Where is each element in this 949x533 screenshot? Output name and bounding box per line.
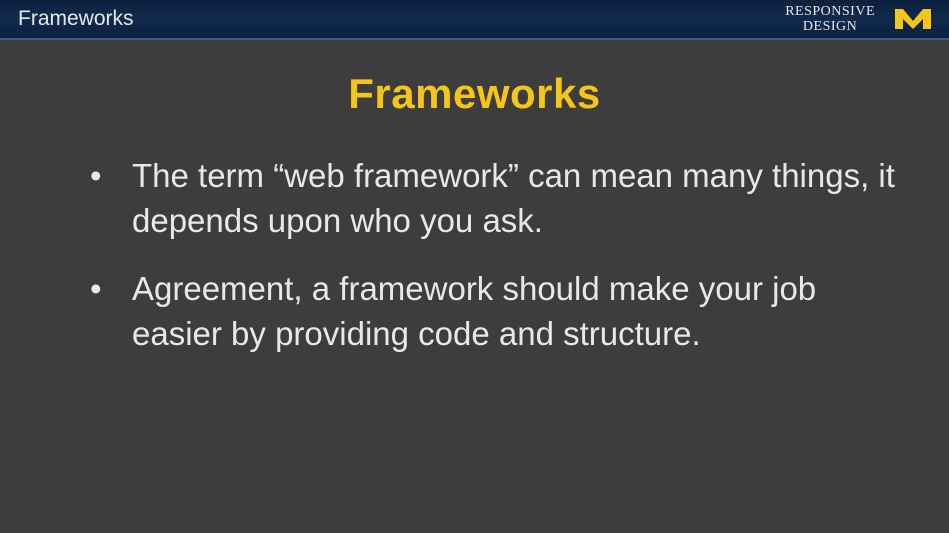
bullet-list: The term “web framework” can mean many t… bbox=[50, 154, 899, 356]
course-name-line1: RESPONSIVE bbox=[785, 4, 875, 19]
slide-header: Frameworks RESPONSIVE DESIGN bbox=[0, 0, 949, 40]
header-right: RESPONSIVE DESIGN bbox=[785, 4, 933, 35]
list-item: The term “web framework” can mean many t… bbox=[90, 154, 899, 243]
slide-content: Frameworks The term “web framework” can … bbox=[0, 40, 949, 356]
list-item: Agreement, a framework should make your … bbox=[90, 267, 899, 356]
course-name: RESPONSIVE DESIGN bbox=[785, 4, 875, 35]
course-name-line2: DESIGN bbox=[785, 19, 875, 34]
slide-title: Frameworks bbox=[50, 70, 899, 118]
breadcrumb: Frameworks bbox=[18, 7, 134, 31]
michigan-logo-icon bbox=[893, 5, 933, 33]
